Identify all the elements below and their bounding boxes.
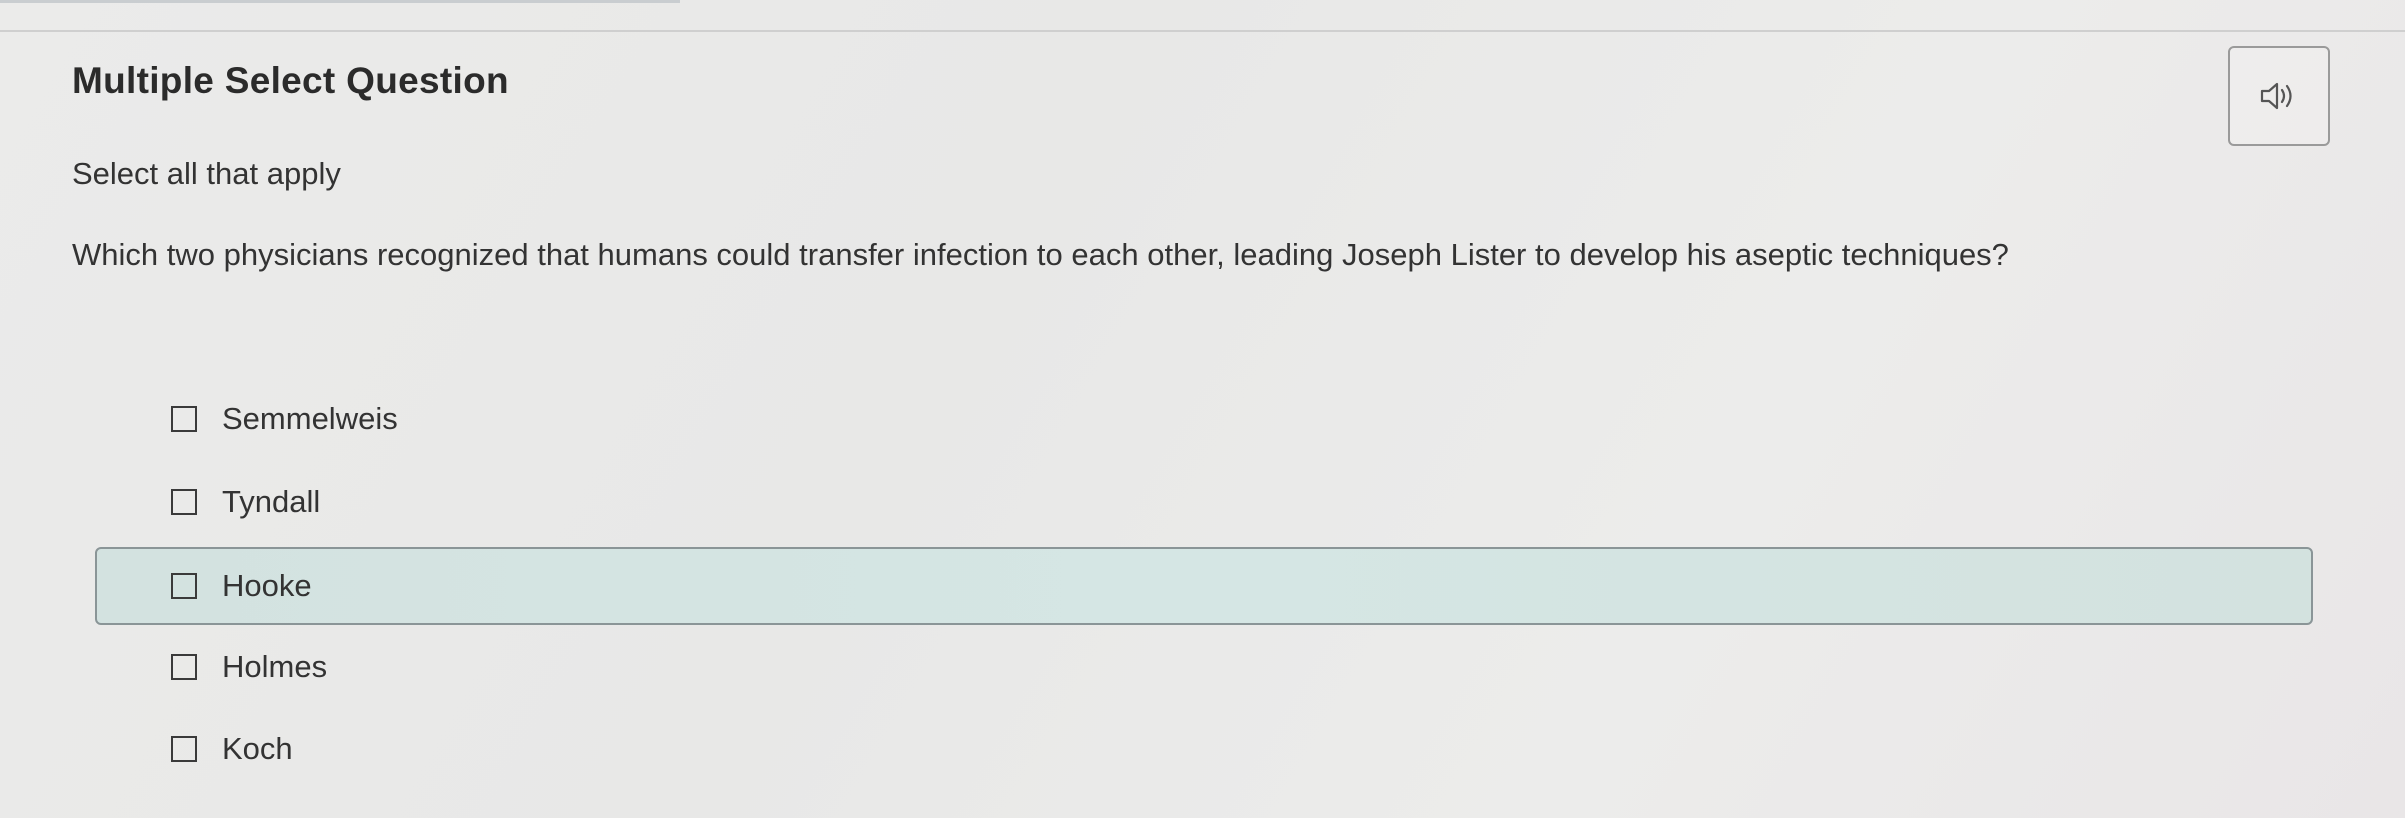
option-semmelweis[interactable]: Semmelweis <box>95 380 2313 458</box>
option-koch[interactable]: Koch <box>95 710 2313 788</box>
question-prompt: Which two physicians recognized that hum… <box>72 237 2009 272</box>
option-hooke[interactable]: Hooke <box>95 547 2313 625</box>
checkbox[interactable] <box>171 573 197 599</box>
option-tyndall[interactable]: Tyndall <box>95 463 2313 541</box>
option-label: Koch <box>222 731 293 766</box>
option-label: Hooke <box>222 568 312 603</box>
option-label: Tyndall <box>222 484 321 519</box>
answer-options: Semmelweis Tyndall Hooke Holmes Koch <box>0 0 2405 818</box>
checkbox[interactable] <box>171 736 197 762</box>
read-aloud-button[interactable] <box>2228 46 2330 146</box>
option-holmes[interactable]: Holmes <box>95 628 2313 706</box>
checkbox[interactable] <box>171 654 197 680</box>
option-label: Semmelweis <box>222 401 398 436</box>
top-accent-bar <box>0 0 680 3</box>
checkbox[interactable] <box>171 489 197 515</box>
instruction-text: Select all that apply <box>72 156 341 191</box>
speaker-icon <box>2260 82 2292 110</box>
top-divider <box>0 30 2405 32</box>
option-label: Holmes <box>222 649 328 684</box>
checkbox[interactable] <box>171 406 197 432</box>
question-type-heading: Multiple Select Question <box>72 60 509 101</box>
